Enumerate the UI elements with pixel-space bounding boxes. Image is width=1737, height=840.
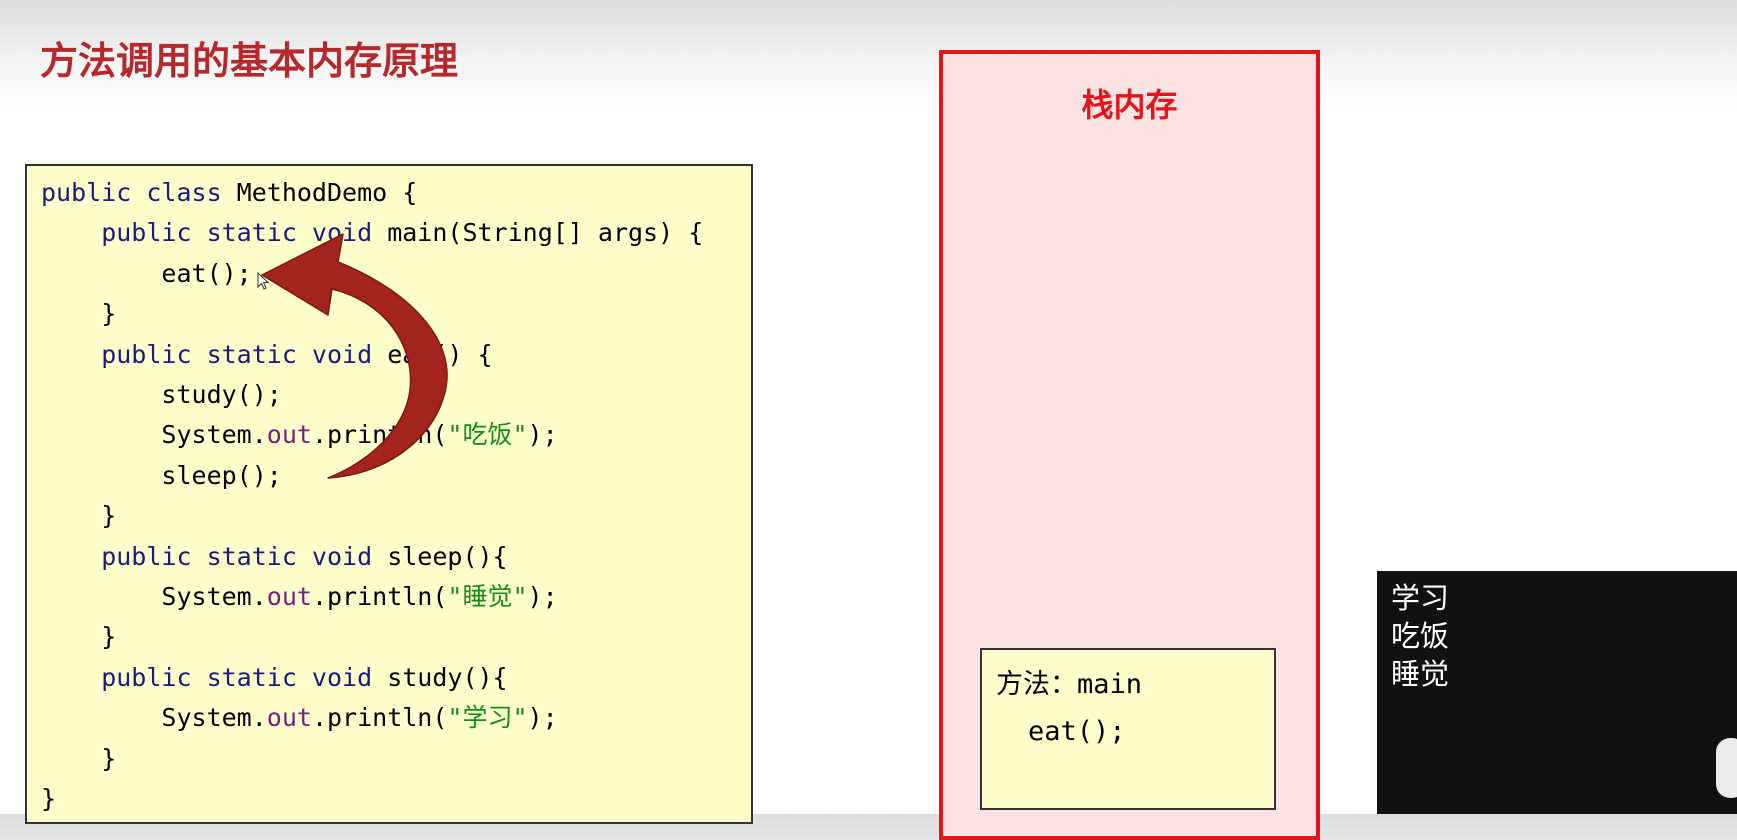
code-token: .println( xyxy=(311,582,448,611)
code-token: "学习" xyxy=(447,703,528,733)
code-token: eat() { xyxy=(387,339,493,369)
code-token: } xyxy=(41,784,57,813)
code-token: .println( xyxy=(311,420,448,450)
stack-frame-main: 方法：main eat(); xyxy=(980,648,1276,810)
code-token: sleep(){ xyxy=(387,541,508,571)
code-token: study(){ xyxy=(387,662,508,692)
code-token: eat(); xyxy=(41,258,252,288)
code-token: public static void xyxy=(41,541,388,571)
scroll-handle[interactable] xyxy=(1716,738,1737,798)
stack-frame-call: eat(); xyxy=(1028,716,1126,747)
code-line: sleep(); xyxy=(41,460,282,491)
code-line: study(); xyxy=(41,380,282,410)
code-token: System. xyxy=(41,420,267,450)
code-token: out xyxy=(266,582,312,611)
code-panel: public class MethodDemo { public static … xyxy=(25,164,753,824)
code-line: eat(); xyxy=(41,258,252,289)
code-line: } xyxy=(41,784,56,814)
code-token: out xyxy=(266,420,312,450)
code-line: public class MethodDemo { xyxy=(41,178,417,208)
code-token: } xyxy=(41,299,117,329)
code-line: public static void main(String[] args) { xyxy=(41,218,703,248)
code-token: MethodDemo { xyxy=(236,178,418,207)
stack-frame-header: 方法：main xyxy=(996,669,1143,700)
stack-memory-title: 栈内存 xyxy=(1081,86,1178,124)
code-token: System. xyxy=(41,703,267,733)
code-token: "睡觉" xyxy=(447,582,528,611)
code-token: } xyxy=(41,622,117,652)
code-token: sleep(); xyxy=(41,460,282,490)
code-token: public class xyxy=(41,178,237,207)
code-token: public static void xyxy=(41,339,388,369)
code-token: public static void xyxy=(41,662,388,692)
code-token: } xyxy=(41,501,117,531)
console-output-line: 睡觉 xyxy=(1391,657,1450,691)
code-token: study(); xyxy=(41,380,282,409)
mouse-cursor-icon xyxy=(257,272,270,290)
code-line: System.out.println("学习"); xyxy=(41,703,558,733)
code-line: System.out.println("吃饭"); xyxy=(41,420,558,450)
code-token: ); xyxy=(527,420,558,450)
code-line: } xyxy=(41,501,116,531)
code-line: System.out.println("睡觉"); xyxy=(41,582,558,612)
code-token: ); xyxy=(527,582,558,611)
console-output-panel: 学习 吃饭 睡觉 xyxy=(1377,571,1737,814)
code-line: public static void sleep(){ xyxy=(41,541,508,572)
code-token: System. xyxy=(41,582,267,611)
code-line: public static void study(){ xyxy=(41,662,508,693)
code-token: out xyxy=(266,703,312,733)
code-token: ); xyxy=(527,703,558,733)
code-line: } xyxy=(41,744,116,774)
code-token: "吃饭" xyxy=(447,420,528,450)
console-output-line: 吃饭 xyxy=(1391,619,1450,653)
slide-title: 方法调用的基本内存原理 xyxy=(40,39,459,83)
code-line: } xyxy=(41,622,116,652)
code-token: } xyxy=(41,743,117,773)
code-line: } xyxy=(41,299,116,329)
stack-memory-panel: 栈内存 方法：main eat(); xyxy=(939,50,1320,840)
code-token: main(String[] args) { xyxy=(387,218,704,248)
code-token: public static void xyxy=(41,218,388,248)
code-token: .println( xyxy=(311,703,448,733)
code-line: public static void eat() { xyxy=(41,339,493,370)
console-output-line: 学习 xyxy=(1391,581,1450,615)
